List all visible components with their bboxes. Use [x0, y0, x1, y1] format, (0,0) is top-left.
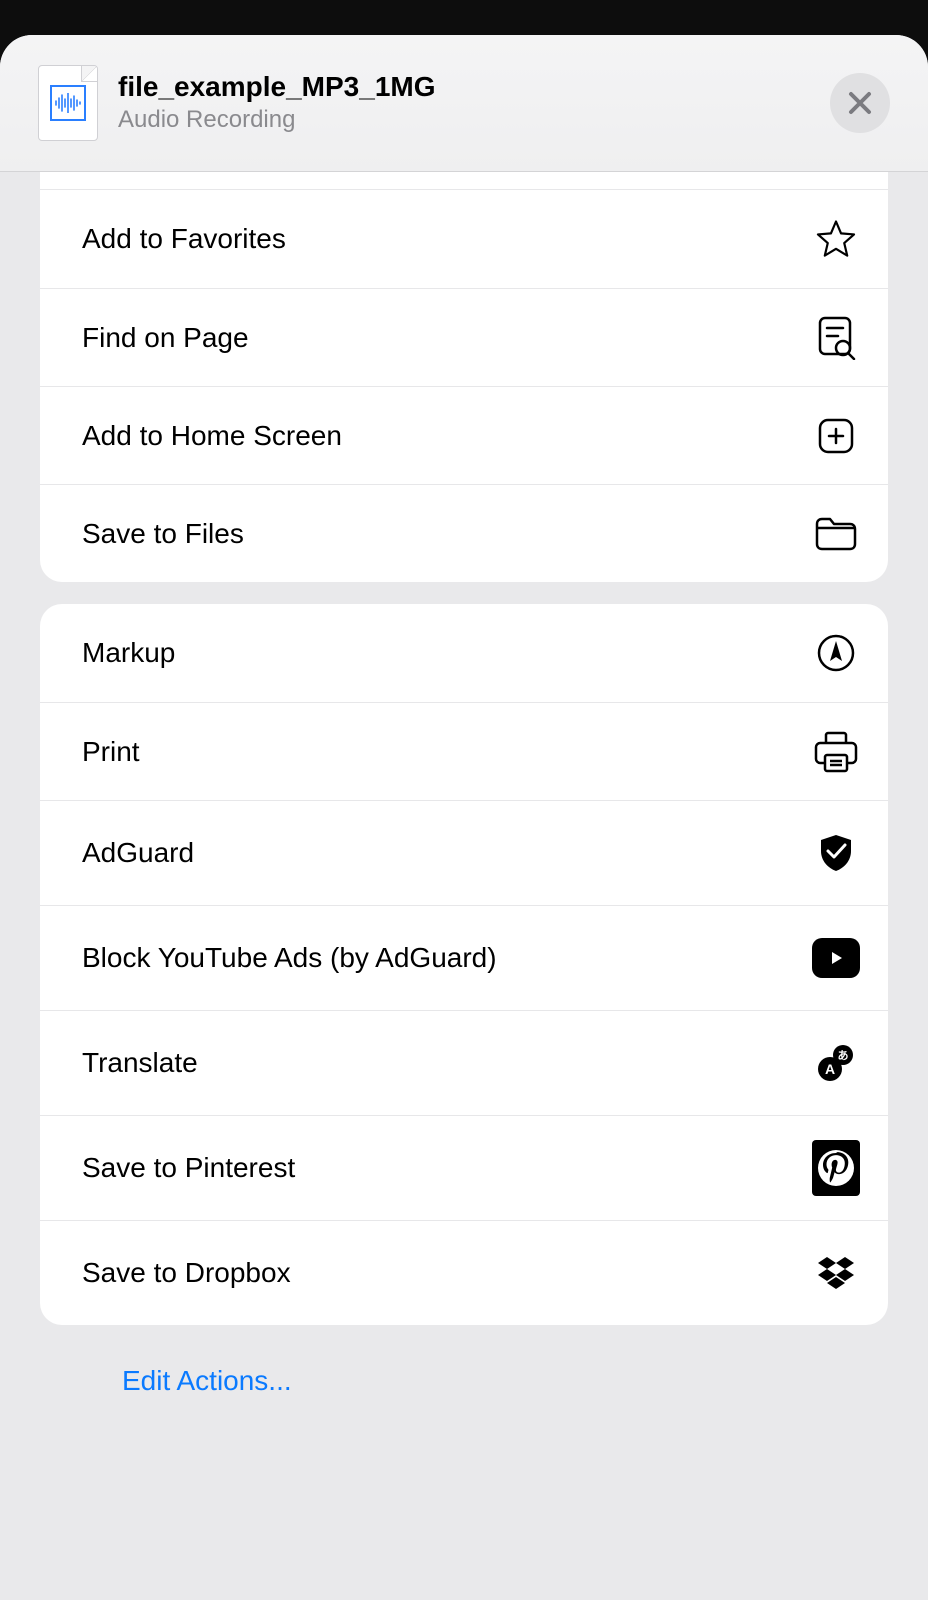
svg-text:A: A: [825, 1061, 835, 1077]
action-label: Print: [82, 736, 140, 768]
action-label: Translate: [82, 1047, 198, 1079]
printer-icon: [812, 728, 860, 776]
action-label: Save to Pinterest: [82, 1152, 295, 1184]
file-title: file_example_MP3_1MG: [118, 69, 830, 104]
action-label: Markup: [82, 637, 175, 669]
waveform-icon: [50, 85, 86, 121]
action-group-1: Add to Favorites Find on Page: [40, 172, 888, 582]
action-label: Add to Favorites: [82, 223, 286, 255]
edit-actions-button[interactable]: Edit Actions...: [122, 1365, 292, 1396]
action-label: Add to Home Screen: [82, 420, 342, 452]
folder-icon: [812, 510, 860, 558]
dropbox-icon: [812, 1249, 860, 1297]
markup-action[interactable]: Markup: [40, 604, 888, 702]
add-to-favorites-action[interactable]: Add to Favorites: [40, 190, 888, 288]
close-icon: [847, 90, 873, 116]
star-icon: [812, 215, 860, 263]
share-sheet: file_example_MP3_1MG Audio Recording Add…: [0, 35, 928, 1600]
add-to-home-screen-action[interactable]: Add to Home Screen: [40, 386, 888, 484]
markup-icon: [812, 629, 860, 677]
action-label: AdGuard: [82, 837, 194, 869]
youtube-icon: [812, 934, 860, 982]
save-to-files-action[interactable]: Save to Files: [40, 484, 888, 582]
print-action[interactable]: Print: [40, 702, 888, 800]
add-to-homescreen-icon: [812, 412, 860, 460]
action-label: Save to Dropbox: [82, 1257, 291, 1289]
find-on-page-icon: [812, 314, 860, 362]
adguard-shield-icon: [812, 829, 860, 877]
svg-text:あ: あ: [838, 1049, 849, 1062]
action-label: Find on Page: [82, 322, 249, 354]
file-meta: file_example_MP3_1MG Audio Recording: [118, 69, 830, 136]
action-group-2: Markup Print: [40, 604, 888, 1325]
pinterest-icon: [812, 1144, 860, 1192]
translate-action[interactable]: Translate あ A: [40, 1010, 888, 1115]
find-on-page-action[interactable]: Find on Page: [40, 288, 888, 386]
save-to-pinterest-action[interactable]: Save to Pinterest: [40, 1115, 888, 1220]
audio-file-thumbnail: [38, 65, 98, 141]
save-to-dropbox-action[interactable]: Save to Dropbox: [40, 1220, 888, 1325]
sheet-body: Add to Favorites Find on Page: [0, 172, 928, 1600]
truncated-row: [40, 172, 888, 190]
block-youtube-ads-action[interactable]: Block YouTube Ads (by AdGuard): [40, 905, 888, 1010]
action-label: Block YouTube Ads (by AdGuard): [82, 942, 497, 974]
action-label: Save to Files: [82, 518, 244, 550]
adguard-action[interactable]: AdGuard: [40, 800, 888, 905]
close-button[interactable]: [830, 73, 890, 133]
sheet-header: file_example_MP3_1MG Audio Recording: [0, 35, 928, 172]
translate-icon: あ A: [812, 1039, 860, 1087]
edit-actions-row: Edit Actions...: [40, 1347, 888, 1427]
file-subtitle: Audio Recording: [118, 104, 830, 136]
